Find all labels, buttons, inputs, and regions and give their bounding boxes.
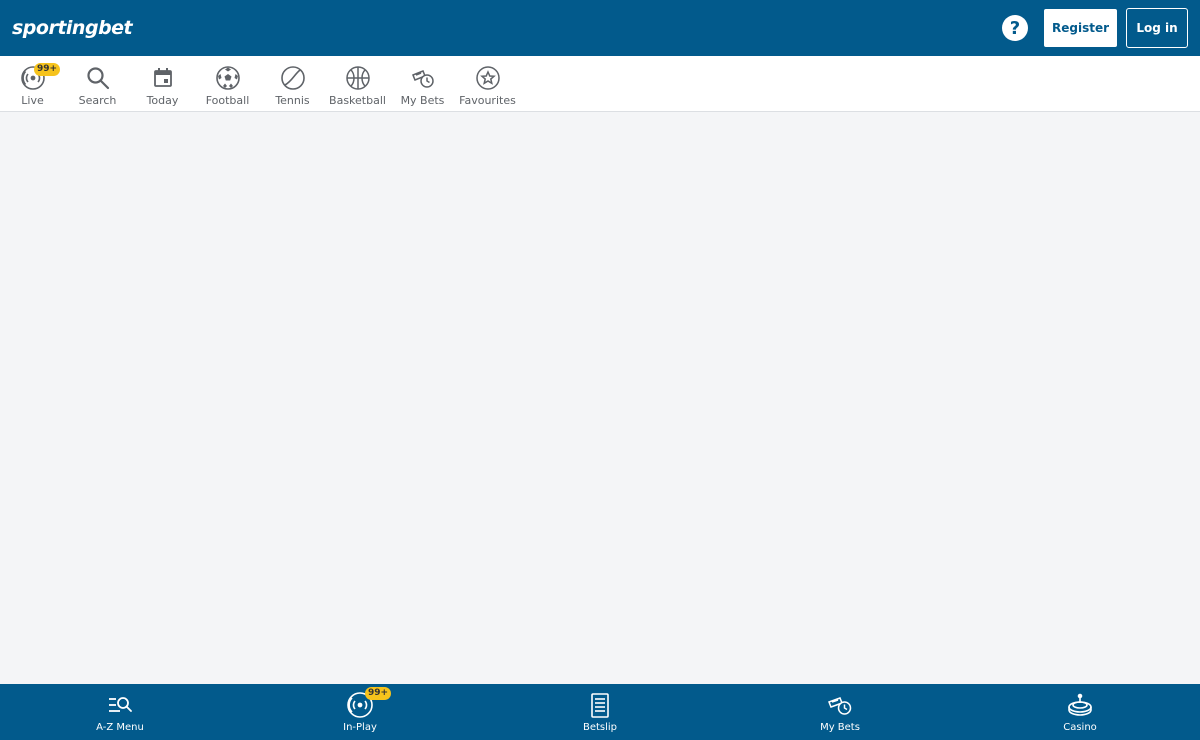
nav-item-label: Today: [146, 94, 179, 107]
search-icon: [85, 65, 111, 91]
in-play-count-badge: 99+: [365, 687, 392, 700]
star-icon: [475, 65, 501, 91]
bottom-nav-label: A-Z Menu: [96, 722, 144, 733]
login-button[interactable]: Log in: [1126, 8, 1188, 48]
logo-text-bet: bet: [98, 17, 133, 39]
bottom-nav-in-play[interactable]: 99+ In-Play: [240, 684, 480, 740]
casino-icon: [1066, 691, 1094, 719]
live-count-badge: 99+: [34, 63, 61, 76]
main-content: [0, 112, 1200, 684]
sportingbet-logo[interactable]: sportingbet: [12, 17, 133, 39]
register-button[interactable]: Register: [1044, 9, 1117, 47]
header: sportingbet ? Register Log in: [0, 0, 1200, 56]
bottom-nav-label: Betslip: [582, 722, 618, 733]
my-bets-icon: [826, 691, 854, 719]
nav-item-my-bets[interactable]: My Bets: [390, 56, 455, 111]
nav-item-label: Football: [205, 94, 250, 107]
header-actions: ? Register Log in: [1002, 8, 1188, 48]
nav-item-label: Search: [78, 94, 117, 107]
bottom-nav-label: Casino: [1063, 722, 1097, 733]
bottom-nav-az-menu[interactable]: A-Z Menu: [0, 684, 240, 740]
bottom-nav-label: My Bets: [820, 722, 860, 733]
nav-item-label: Live: [21, 94, 44, 107]
betslip-icon: [586, 691, 614, 719]
football-icon: [215, 65, 241, 91]
nav-item-label: Basketball: [329, 94, 386, 107]
nav-item-label: My Bets: [400, 94, 445, 107]
bottom-nav-label: In-Play: [343, 722, 377, 733]
nav-item-search[interactable]: Search: [65, 56, 130, 111]
logo-text-sporting: sporting: [12, 17, 99, 39]
nav-item-label: Tennis: [275, 94, 310, 107]
tennis-ball-icon: [280, 65, 306, 91]
bottom-nav-betslip[interactable]: Betslip: [480, 684, 720, 740]
nav-item-tennis[interactable]: Tennis: [260, 56, 325, 111]
bottom-nav: A-Z Menu 99+ In-Play Betslip My Bets Cas…: [0, 684, 1200, 740]
bottom-nav-casino[interactable]: Casino: [960, 684, 1200, 740]
nav-item-basketball[interactable]: Basketball: [325, 56, 390, 111]
calendar-icon: [150, 65, 176, 91]
help-icon[interactable]: ?: [1002, 15, 1028, 41]
bottom-nav-my-bets[interactable]: My Bets: [720, 684, 960, 740]
nav-item-football[interactable]: Football: [195, 56, 260, 111]
sports-nav: 99+ Live Search Today Football Tennis Ba…: [0, 56, 1200, 112]
my-bets-icon: [410, 65, 436, 91]
basketball-icon: [345, 65, 371, 91]
az-menu-icon: [106, 691, 134, 719]
nav-item-live[interactable]: 99+ Live: [0, 56, 65, 111]
nav-item-today[interactable]: Today: [130, 56, 195, 111]
nav-item-favourites[interactable]: Favourites: [455, 56, 520, 111]
nav-item-label: Favourites: [459, 94, 516, 107]
